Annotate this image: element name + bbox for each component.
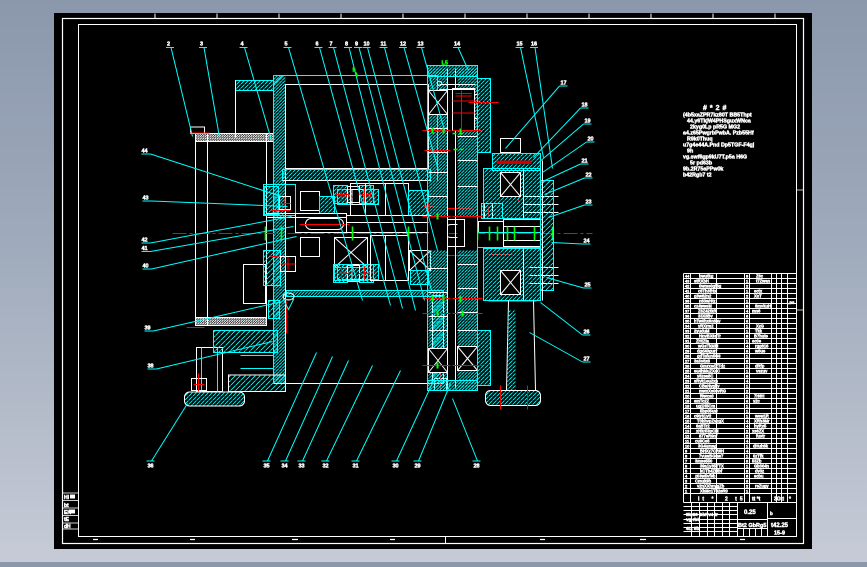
svg-text:3: 3 [200,42,203,48]
svg-text:y2c: y2c [753,398,761,403]
svg-text:vszuv: vszuv [756,368,768,373]
svg-text:reZugy: reZugy [755,483,769,488]
svg-text:7: 7 [330,42,333,48]
svg-text:Hl: Hl [64,495,70,501]
svg-text:vg rb5: vg rb5 [686,517,700,522]
svg-text:5: 5 [285,42,288,48]
svg-text:32: 32 [323,464,329,470]
svg-text:dH: dH [64,524,71,530]
svg-text:u7g4e44A.Pnd Dp5TGF-F4gj: u7g4e44A.Pnd Dp5TGF-F4gj [683,143,755,149]
svg-text:35: 35 [264,464,270,470]
svg-text:t42.25: t42.25 [771,523,789,529]
svg-text:13: 13 [418,42,424,48]
svg-text:10: 10 [364,42,370,48]
svg-text:#*2#: #*2# [703,105,729,112]
svg-text:XhMc1T62eR0: XhMc1T62eR0 [700,488,728,493]
svg-text:3Gtt: 3Gtt [774,497,784,503]
svg-text:36: 36 [148,464,154,470]
svg-text:16: 16 [531,42,537,48]
svg-text:mn6: mn6 [752,308,761,313]
svg-text:Bt2 GbRg5: Bt2 GbRg5 [738,523,766,529]
svg-text:4tx 5b: 4tx 5b [686,526,699,531]
svg-text:w8ue: w8ue [754,348,766,353]
svg-text:L5: L5 [442,61,448,67]
svg-text:fuytr: fuytr [756,433,766,438]
svg-text:15: 15 [517,42,523,48]
svg-text:b: b [770,511,773,516]
svg-text:11: 11 [381,42,387,48]
svg-text:lt *: lt * [698,497,716,503]
svg-text:b42Rgb7 t2: b42Rgb7 t2 [683,173,712,179]
svg-text:*: * [789,497,791,503]
svg-text:9: 9 [355,42,358,48]
svg-text:2 t5: 2 t5 [725,497,746,503]
svg-text:14: 14 [454,42,461,48]
svg-text:33: 33 [299,464,305,470]
svg-text:XnT: XnT [754,293,762,298]
svg-text:dHuh8k: dHuh8k [753,443,769,448]
svg-text:bt: bt [64,503,69,509]
svg-text:0.25: 0.25 [744,510,756,516]
svg-text:29: 29 [415,464,421,470]
svg-text:31: 31 [353,464,359,470]
svg-text:8: 8 [345,42,348,48]
svg-text:EH: EH [64,510,71,516]
svg-text:b: b [353,68,356,74]
svg-text:15-9: 15-9 [774,531,785,537]
svg-text:34: 34 [282,464,289,470]
svg-text:6: 6 [316,42,319,48]
svg-text:12: 12 [400,42,406,48]
svg-text:2: 2 [167,42,170,48]
svg-text:t7Zwan: t7Zwan [756,278,771,283]
svg-text:tE: tE [64,517,70,523]
svg-text:28: 28 [474,464,480,470]
svg-text:LB5: LB5 [787,300,795,305]
svg-text:ecbu: ecbu [754,473,764,478]
svg-text:tt *t: tt *t [752,497,761,503]
svg-text:30: 30 [393,464,399,470]
